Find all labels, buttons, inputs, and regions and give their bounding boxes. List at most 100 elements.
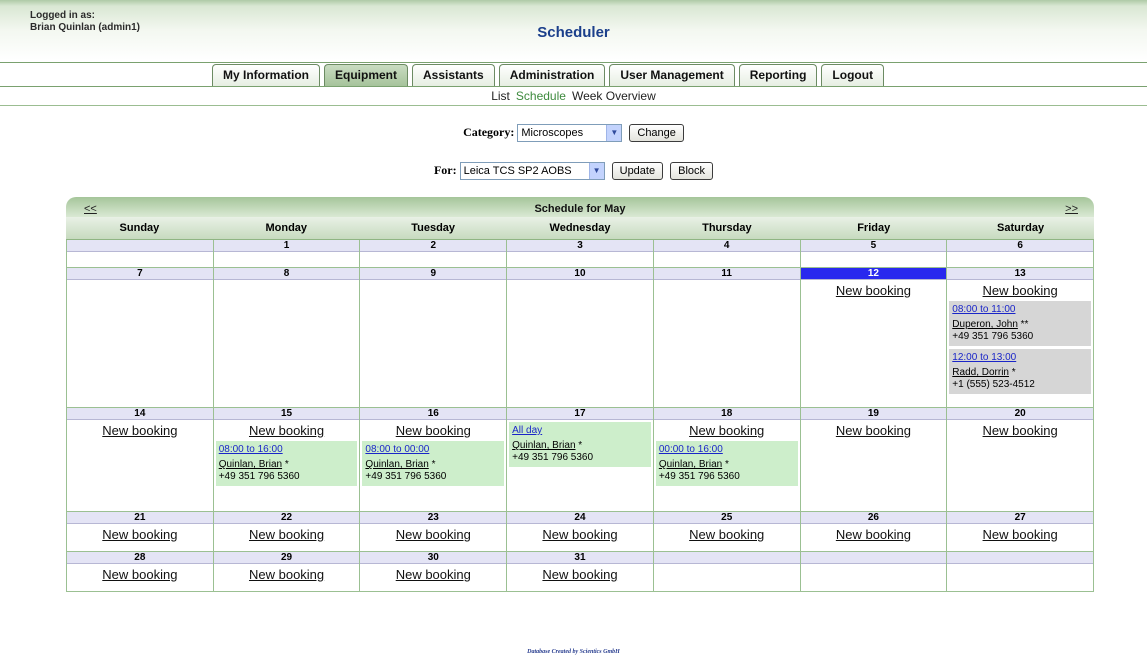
- booking-entry: 08:00 to 16:00 Quinlan, Brian * +49 351 79…: [215, 441, 358, 486]
- tab-assistants[interactable]: Assistants: [412, 64, 495, 86]
- day-cell: 7: [67, 268, 214, 408]
- footer-credit: Database Created by Scientics GmbH: [527, 649, 620, 655]
- booking-mark: *: [575, 440, 583, 451]
- booking-mark: *: [282, 459, 289, 470]
- equipment-select[interactable]: Leica TCS SP2 AOBS ▼: [459, 162, 605, 180]
- tab-reporting[interactable]: Reporting: [738, 64, 818, 86]
- booking-phone: +49 351 796 5360: [658, 471, 740, 482]
- change-button[interactable]: Change: [629, 124, 684, 142]
- booking-phone: +49 351 796 5360: [512, 452, 594, 463]
- new-booking-link[interactable]: New booking: [214, 527, 360, 542]
- day-cell: 8: [213, 268, 361, 408]
- tab-my-information[interactable]: My Information: [212, 64, 320, 86]
- day-cell: 20 New booking: [947, 408, 1094, 512]
- day-number: 25: [653, 512, 800, 524]
- booking-phone: +49 351 796 5360: [218, 471, 300, 482]
- subnav-schedule[interactable]: Schedule: [516, 89, 566, 103]
- booking-user-link[interactable]: Quinlan, Brian: [659, 459, 722, 470]
- booking-time-link[interactable]: 08:00 to 00:00: [365, 444, 501, 456]
- day-cell: 14 New booking: [67, 408, 214, 512]
- booking-entry: 00:00 to 16:00 Quinlan, Brian * +49 351 79…: [655, 441, 798, 486]
- new-booking-link[interactable]: New booking: [654, 527, 800, 542]
- new-booking-link[interactable]: New booking: [507, 527, 653, 542]
- chevron-down-icon[interactable]: ▼: [606, 125, 622, 141]
- booking-time-link[interactable]: All day: [512, 425, 648, 437]
- day-number: 6: [947, 240, 1093, 252]
- category-select[interactable]: Microscopes ▼: [517, 124, 623, 142]
- new-booking-link[interactable]: New booking: [67, 423, 213, 438]
- subnav-week-overview[interactable]: Week Overview: [572, 89, 656, 103]
- booking-time-link[interactable]: 08:00 to 11:00: [952, 304, 1088, 316]
- day-number: 15: [213, 408, 360, 420]
- new-booking-link[interactable]: New booking: [360, 567, 506, 582]
- next-month-link[interactable]: >>: [1065, 197, 1078, 221]
- booking-time-link[interactable]: 08:00 to 16:00: [219, 444, 355, 456]
- booking-mark: *: [1008, 367, 1016, 378]
- booking-user-link[interactable]: Quinlan, Brian: [365, 459, 428, 470]
- day-number: [947, 552, 1093, 564]
- day-number: 13: [947, 268, 1093, 280]
- day-cell: 10: [507, 268, 654, 408]
- booking-mark: *: [428, 459, 436, 470]
- new-booking-link[interactable]: New booking: [360, 423, 506, 438]
- tab-administration[interactable]: Administration: [498, 64, 606, 86]
- day-number: [67, 240, 213, 252]
- day-cell: 18 New booking 00:00 to 16:00 Quinlan, Bria…: [653, 408, 801, 512]
- new-booking-link[interactable]: New booking: [801, 423, 947, 438]
- prev-month-link[interactable]: <<: [84, 197, 97, 221]
- booking-entry: All day Quinlan, Brian * +49 351 796 5360: [509, 422, 651, 467]
- new-booking-link[interactable]: New booking: [507, 567, 653, 582]
- weekday-wednesday: Wednesday: [549, 222, 611, 234]
- booking-user-link[interactable]: Radd, Dorrin: [952, 367, 1009, 378]
- calendar-week-row: 14 New booking 15 New booking 08:00 to 16:00…: [66, 408, 1094, 512]
- booking-time-link[interactable]: 12:00 to 13:00: [952, 352, 1088, 364]
- day-cell: 12 New booking: [800, 268, 948, 408]
- day-number: 5: [800, 240, 947, 252]
- booking-user-line: Quinlan, Brian *: [659, 459, 795, 471]
- booking-user-link[interactable]: Quinlan, Brian: [512, 440, 575, 451]
- new-booking-link[interactable]: New booking: [214, 423, 360, 438]
- new-booking-link[interactable]: New booking: [67, 527, 213, 542]
- booking-time-link[interactable]: 00:00 to 16:00: [659, 444, 795, 456]
- day-number: 17: [507, 408, 653, 420]
- day-number: 1: [213, 240, 360, 252]
- booking-user-line: Quinlan, Brian *: [512, 440, 648, 452]
- for-form: For: Leica TCS SP2 AOBS ▼ Update Block: [0, 162, 1147, 180]
- category-select-value: Microscopes: [521, 127, 584, 139]
- subnav-list[interactable]: List: [491, 89, 510, 103]
- new-booking-link[interactable]: New booking: [801, 283, 947, 298]
- schedule-calendar: << Schedule for May >> Sunday Monday Tuesd…: [66, 197, 1094, 592]
- block-button[interactable]: Block: [670, 162, 714, 180]
- calendar-title: Schedule for May: [534, 203, 626, 215]
- day-number: 16: [360, 408, 507, 420]
- day-cell: 27 New booking: [947, 512, 1094, 552]
- day-cell: 16 New booking 08:00 to 00:00 Quinlan, Bria…: [360, 408, 508, 512]
- new-booking-link[interactable]: New booking: [360, 527, 506, 542]
- day-number: 23: [360, 512, 507, 524]
- tab-logout[interactable]: Logout: [821, 64, 885, 86]
- update-button[interactable]: Update: [611, 162, 664, 180]
- day-cell: 25 New booking: [653, 512, 801, 552]
- new-booking-link[interactable]: New booking: [801, 527, 947, 542]
- new-booking-link[interactable]: New booking: [214, 567, 360, 582]
- booking-user-line: Duperon, John **: [952, 319, 1088, 331]
- calendar-week-row: 7 8 9 10 11 12 New booking 13 New booking 08:00 t…: [66, 268, 1094, 408]
- tab-equipment[interactable]: Equipment: [324, 64, 408, 86]
- new-booking-link[interactable]: New booking: [947, 423, 1093, 438]
- day-cell: [67, 240, 214, 268]
- app-title: Scheduler: [537, 24, 610, 41]
- day-cell: 17 All day Quinlan, Brian * +49 351 796 536…: [507, 408, 654, 512]
- day-cell: 30 New booking: [360, 552, 508, 592]
- booking-user-link[interactable]: Duperon, John: [952, 319, 1018, 330]
- new-booking-link[interactable]: New booking: [654, 423, 800, 438]
- tab-user-management[interactable]: User Management: [609, 64, 735, 86]
- day-number: 29: [213, 552, 360, 564]
- new-booking-link[interactable]: New booking: [947, 283, 1093, 298]
- new-booking-link[interactable]: New booking: [67, 567, 213, 582]
- weekday-tuesday: Tuesday: [411, 222, 456, 234]
- new-booking-link[interactable]: New booking: [947, 527, 1093, 542]
- chevron-down-icon[interactable]: ▼: [588, 163, 604, 179]
- day-cell: 23 New booking: [360, 512, 508, 552]
- booking-user-link[interactable]: Quinlan, Brian: [219, 459, 282, 470]
- day-cell: 29 New booking: [213, 552, 361, 592]
